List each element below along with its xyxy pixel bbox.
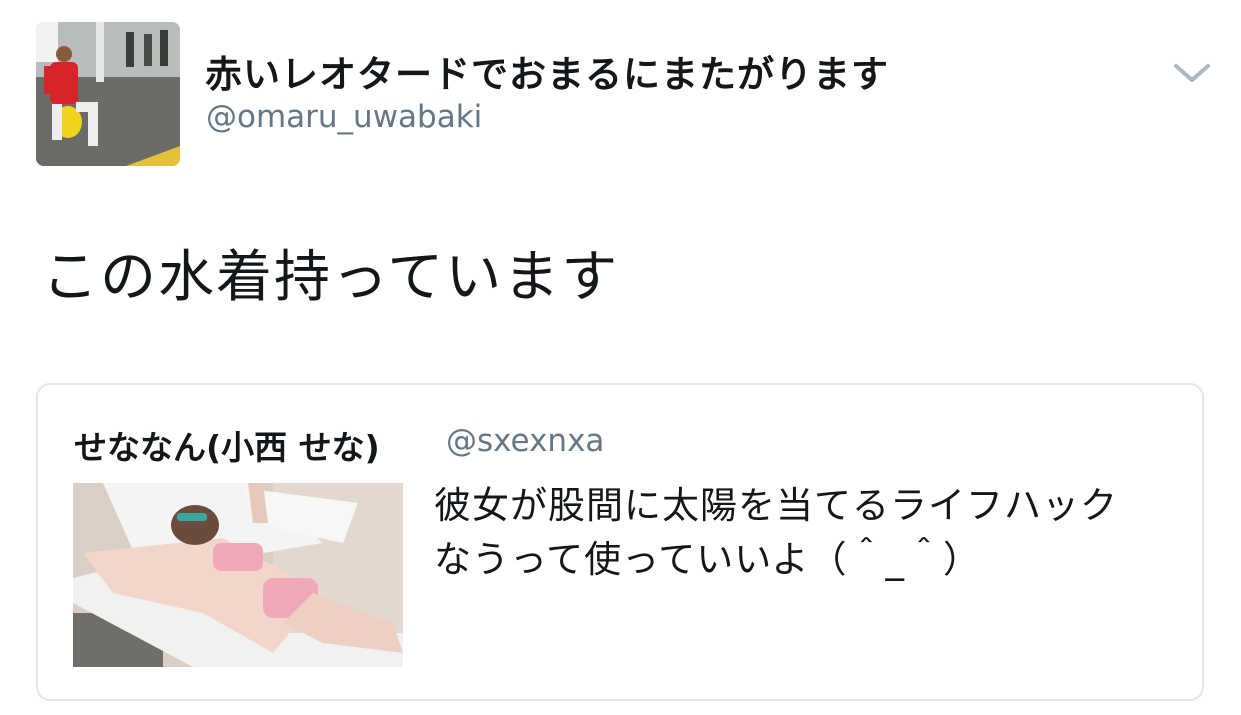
quoted-user-handle: @sxexnxa xyxy=(446,423,605,459)
avatar[interactable] xyxy=(36,22,180,166)
quoted-tweet-text: 彼女が股間に太陽を当てるライフハックなうって使っていいよ（＾_＾） xyxy=(434,484,1118,581)
display-name[interactable]: 赤いレオタードでおまるにまたがります xyxy=(205,44,889,98)
quoted-tweet[interactable]: せななん(小西 せな) @sxexnxa 彼女が股間に太陽を当てるライフハックな… xyxy=(36,383,1204,701)
chevron-down-icon[interactable] xyxy=(1172,60,1212,86)
quoted-display-name: せななん(小西 せな) xyxy=(74,428,380,467)
tweet-text: この水着持っています xyxy=(42,245,620,310)
quoted-media-thumbnail[interactable] xyxy=(73,483,403,667)
tweet: 赤いレオタードでおまるにまたがります @omaru_uwabaki この水着持っ… xyxy=(0,0,1241,715)
user-handle[interactable]: @omaru_uwabaki xyxy=(206,99,482,135)
beach-photo xyxy=(73,483,403,667)
avatar-photo xyxy=(36,22,180,166)
